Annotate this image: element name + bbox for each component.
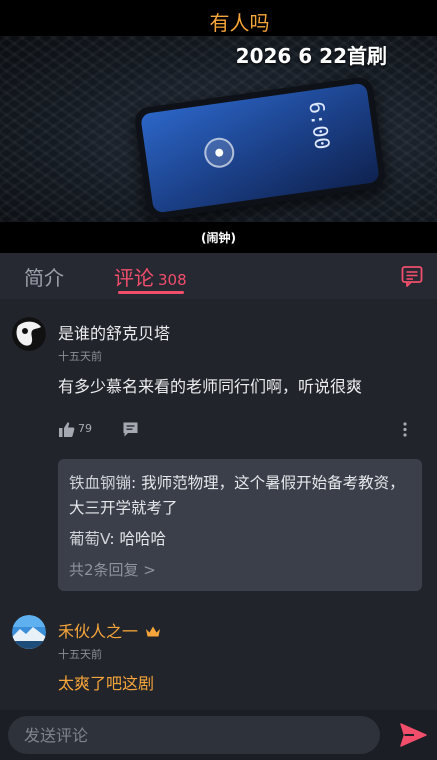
tab-comments[interactable]: 评论 308: [114, 262, 187, 291]
comment-username[interactable]: 禾伙人之一: [58, 618, 161, 642]
danmaku-subtitle: 2026 6 22首刷: [235, 44, 387, 68]
more-options-button[interactable]: [398, 420, 412, 440]
reply-username[interactable]: 葡萄V: [69, 530, 109, 548]
alarm-knob-icon: [202, 135, 237, 170]
comment-item: 是谁的舒克贝塔 十五天前 有多少慕名来看的老师同行们啊，听说很爽 79 铁血钢镚…: [0, 300, 437, 600]
send-icon: [400, 723, 427, 747]
more-vertical-icon: [403, 422, 407, 437]
avatar-image: [12, 615, 46, 649]
like-count: 79: [78, 422, 92, 435]
reply-item: 葡萄V: 哈哈哈: [69, 530, 167, 548]
reply-button[interactable]: [122, 421, 140, 439]
view-all-replies-link[interactable]: 共2条回复 >: [69, 559, 156, 580]
tab-bar: 简介 评论 308: [0, 253, 437, 299]
write-note-button[interactable]: [401, 265, 423, 287]
thumbs-up-icon: [59, 422, 75, 437]
reply-text: 哈哈哈: [119, 530, 167, 548]
note-icon: [401, 266, 423, 287]
comment-username[interactable]: 是谁的舒克贝塔: [58, 320, 170, 344]
phone-time: 6:00: [304, 99, 335, 152]
reply-item: 铁血钢镚: 我师范物理，这个暑假开始备考教资，大三开学就考了: [69, 474, 405, 517]
tab-comments-label: 评论: [114, 266, 154, 290]
comment-item: 禾伙人之一 十五天前 太爽了吧这剧: [0, 600, 437, 710]
comment-text: 太爽了吧这剧: [58, 674, 155, 693]
like-button[interactable]: 79: [58, 420, 98, 440]
comment-text: 有多少慕名来看的老师同行们啊，听说很爽: [58, 377, 363, 396]
video-player[interactable]: 6:00 有人吗 2026 6 22首刷 (闹钟): [0, 0, 437, 253]
comment-input-bar: [0, 710, 437, 760]
reply-username[interactable]: 铁血钢镚: [69, 474, 131, 492]
danmaku-title: 有人吗: [209, 11, 270, 35]
avatar[interactable]: [12, 615, 46, 649]
comment-input[interactable]: [8, 716, 380, 754]
reply-preview-box[interactable]: 铁血钢镚: 我师范物理，这个暑假开始备考教资，大三开学就考了 葡萄V: 哈哈哈 …: [58, 459, 422, 591]
username-text: 禾伙人之一: [58, 622, 139, 641]
tab-intro[interactable]: 简介: [24, 262, 64, 291]
comment-time: 十五天前: [58, 350, 102, 363]
comment-time: 十五天前: [58, 648, 102, 661]
crown-icon: [146, 626, 161, 637]
avatar[interactable]: [12, 317, 46, 351]
active-tab-indicator: [118, 291, 184, 294]
avatar-image: [12, 317, 46, 351]
send-button[interactable]: [399, 722, 427, 748]
comment-bubble-icon: [123, 422, 138, 437]
video-caption: (闹钟): [201, 231, 236, 245]
comment-count: 308: [158, 271, 187, 289]
